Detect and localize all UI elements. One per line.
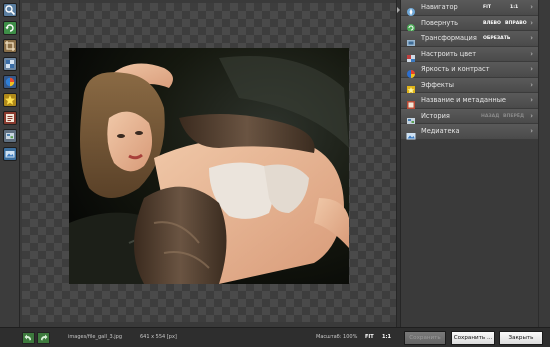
- panel-row-media-library[interactable]: Медиатека ›: [401, 124, 538, 140]
- rotate-icon: [406, 18, 416, 32]
- panel-row-adjust-color[interactable]: Настроить цвет ›: [401, 46, 538, 63]
- image-dimensions: 641 x 554 [px]: [140, 334, 177, 340]
- panel-row-label: Навигатор: [421, 3, 458, 11]
- rotate-right-button[interactable]: ВПРАВО: [505, 19, 527, 28]
- status-bar: images/file_gall_3.jpg 641 x 554 [px] Ма…: [0, 327, 550, 347]
- panel-row-transform[interactable]: Трансформация ОБРЕЗАТЬ ›: [401, 31, 538, 47]
- chevron-right-icon: ›: [530, 3, 533, 11]
- chevron-right-icon: ›: [530, 80, 533, 89]
- undo-arrow-icon[interactable]: [22, 332, 35, 344]
- tools-panel: Навигатор FIT 1:1 › Повернуть ВЛЕВО ВПРА…: [401, 0, 538, 327]
- close-button[interactable]: Закрыть: [499, 331, 543, 345]
- media-library-icon: [406, 126, 416, 140]
- chevron-right-icon: ›: [530, 34, 533, 42]
- transform-icon: [406, 33, 416, 46]
- collapse-arrow-icon: [397, 7, 400, 13]
- chevron-right-icon: ›: [530, 18, 533, 27]
- panel-row-brightness-contrast[interactable]: Яркость и контраст ›: [401, 62, 538, 78]
- color-icon: [406, 49, 416, 63]
- star-effect-icon[interactable]: [3, 93, 17, 107]
- panel-row-label: Эффекты: [421, 80, 454, 89]
- zoom-level: Масштаб: 100%: [316, 334, 358, 340]
- panel-row-navigator[interactable]: Навигатор FIT 1:1 ›: [401, 0, 538, 16]
- panel-row-label: Название и метаданные: [421, 96, 506, 104]
- panel-row-effects[interactable]: Эффекты ›: [401, 77, 538, 94]
- tool-strip: [0, 0, 20, 327]
- actual-size-button[interactable]: 1:1: [382, 334, 391, 341]
- metadata-icon: [406, 95, 416, 109]
- file-name: images/file_gall_3.jpg: [68, 334, 123, 340]
- history-icon: [406, 111, 416, 124]
- save-as-button[interactable]: Сохранить ...: [451, 331, 495, 345]
- crop-icon[interactable]: [3, 39, 17, 53]
- undo-button[interactable]: НАЗАД: [481, 112, 499, 121]
- redo-button[interactable]: ВПЕРЁД: [503, 112, 524, 121]
- history-icon[interactable]: [3, 129, 17, 143]
- effects-icon: [406, 80, 416, 94]
- chevron-right-icon: ›: [530, 96, 533, 104]
- panel-row-rotate[interactable]: Повернуть ВЛЕВО ВПРАВО ›: [401, 15, 538, 32]
- panel-row-label: Медиатека: [421, 127, 460, 135]
- media-icon[interactable]: [3, 147, 17, 161]
- chevron-right-icon: ›: [530, 49, 533, 58]
- save-button[interactable]: Сохранить: [404, 331, 446, 345]
- panel-row-title-metadata[interactable]: Название и метаданные ›: [401, 93, 538, 109]
- chevron-right-icon: ›: [530, 127, 533, 135]
- one-to-one-button[interactable]: 1:1: [510, 3, 518, 12]
- panel-row-label: Трансформация: [421, 34, 477, 42]
- navigator-icon: [406, 2, 416, 16]
- color-ball-icon[interactable]: [3, 75, 17, 89]
- panel-row-history[interactable]: История НАЗАД ВПЕРЁД ›: [401, 108, 538, 124]
- chevron-right-icon: ›: [530, 65, 533, 73]
- panel-row-label: Повернуть: [421, 18, 459, 27]
- image-canvas[interactable]: [22, 3, 396, 322]
- panel-scrollbar[interactable]: [538, 0, 550, 327]
- redo-arrow-icon[interactable]: [37, 332, 50, 344]
- brightness-icon: [406, 64, 416, 78]
- panel-row-label: Яркость и контраст: [421, 65, 490, 73]
- fit-zoom-button[interactable]: FIT: [365, 334, 374, 341]
- edited-photo: [69, 48, 349, 284]
- zoom-icon[interactable]: [3, 3, 17, 17]
- crop-button[interactable]: ОБРЕЗАТЬ: [483, 34, 510, 43]
- image-editor-window: Навигатор FIT 1:1 › Повернуть ВЛЕВО ВПРА…: [0, 0, 550, 347]
- text-icon[interactable]: [3, 111, 17, 125]
- panel-row-label: Настроить цвет: [421, 49, 477, 58]
- rotate-left-button[interactable]: ВЛЕВО: [483, 19, 501, 28]
- chevron-right-icon: ›: [530, 111, 533, 120]
- rotate-icon[interactable]: [3, 21, 17, 35]
- adjust-icon[interactable]: [3, 57, 17, 71]
- panel-row-label: История: [421, 111, 450, 120]
- fit-button[interactable]: FIT: [483, 3, 491, 12]
